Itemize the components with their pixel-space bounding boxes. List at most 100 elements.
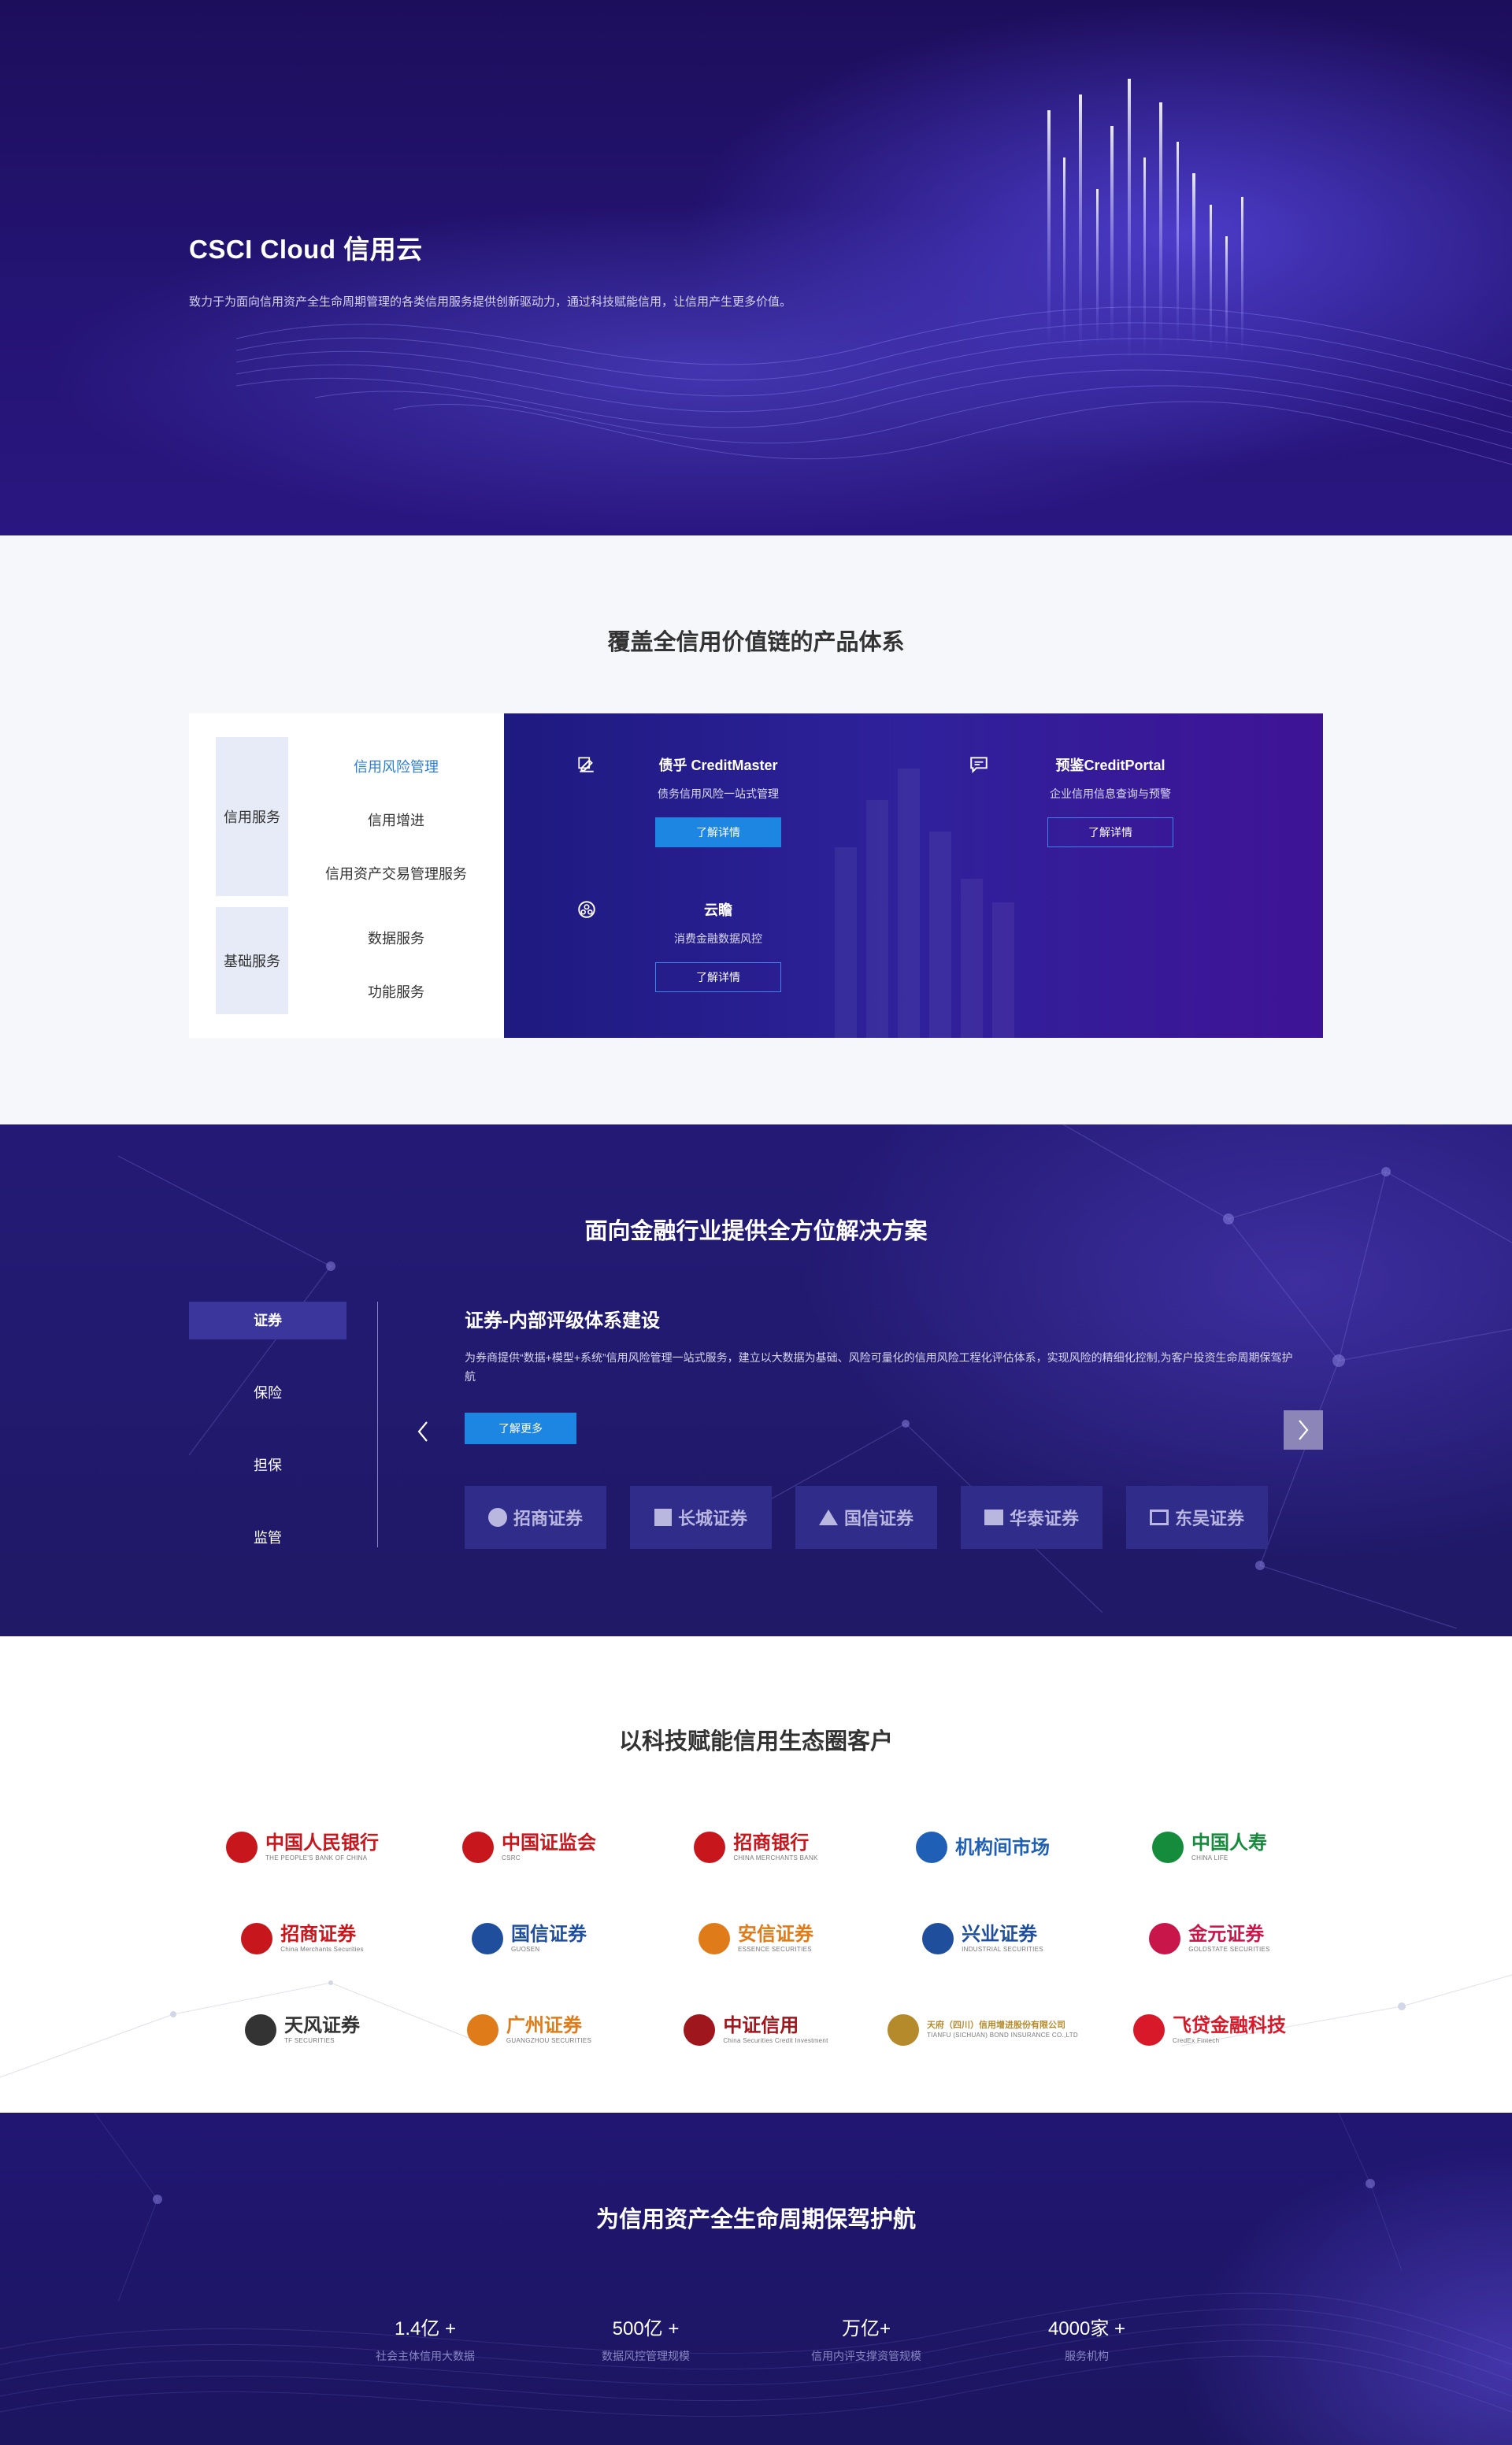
- partner-logo-changcheng[interactable]: 长城证券: [630, 1486, 772, 1549]
- partner-logo-icon: [654, 1509, 672, 1526]
- client-name: 中国证监会: [502, 1830, 596, 1854]
- product-category-menu: 信用服务 信用风险管理 信用增进 信用资产交易管理服务 基础服务 数据服务 功能…: [189, 713, 504, 1038]
- client-logo: 国信证券 GUOSEN: [416, 1893, 643, 1984]
- client-logo-icon: [472, 1923, 503, 1954]
- message-icon: [970, 757, 988, 774]
- product-card-creditportal: 预鉴CreditPortal 企业信用信息查询与预警 了解详情: [969, 754, 1252, 847]
- learn-more-button[interactable]: 了解更多: [465, 1413, 576, 1444]
- client-logo: 飞贷金融科技 CredEx Fintech: [1096, 1984, 1323, 2076]
- menu-item-data-service[interactable]: 数据服务: [288, 928, 504, 948]
- stat-item: 1.4亿 + 社会主体信用大数据: [331, 2313, 520, 2364]
- client-logo-icon: [684, 2014, 716, 2046]
- client-logo-icon: [1149, 1923, 1181, 1954]
- partner-logo-dongwu[interactable]: 东吴证券: [1126, 1486, 1268, 1549]
- client-logo-icon: [887, 2014, 919, 2046]
- clients-section-title: 以科技赋能信用生态圈客户: [618, 1729, 893, 1754]
- client-name: 天府（四川）信用增进股份有限公司: [926, 2021, 1065, 2031]
- cloud-people-icon: [578, 901, 595, 918]
- client-logo: 中国证监会 CSRC: [416, 1802, 643, 1893]
- stat-item: 4000家 + 服务机构: [992, 2313, 1181, 2364]
- stat-label: 服务机构: [1065, 2350, 1109, 2362]
- client-english-name: China Merchants Securities: [280, 1946, 364, 1954]
- stat-value: 4000家 +: [1047, 2318, 1126, 2339]
- client-logo: 天府（四川）信用增进股份有限公司 TIANFU (SICHUAN) BOND IN…: [869, 1984, 1096, 2076]
- client-logo: 中国人民银行 THE PEOPLE'S BANK OF CHINA: [189, 1802, 416, 1893]
- edit-icon: [578, 757, 594, 772]
- client-name: 机构间市场: [955, 1835, 1050, 1858]
- partner-logo-icon: [818, 1510, 838, 1525]
- partner-logo-guoxin[interactable]: 国信证券: [795, 1486, 937, 1549]
- client-english-name: China Securities Credit Investment: [723, 2037, 828, 2045]
- product-panel: 信用服务 信用风险管理 信用增进 信用资产交易管理服务 基础服务 数据服务 功能…: [189, 713, 1323, 1038]
- client-name: 飞贷金融科技: [1173, 2013, 1286, 2036]
- products-section-title: 覆盖全信用价值链的产品体系: [607, 630, 905, 655]
- client-name: 金元证券: [1188, 1921, 1265, 1945]
- partner-logo-icon: [984, 1510, 1003, 1525]
- product-card-creditmaster: 债乎 CreditMaster 债务信用风险一站式管理 了解详情: [576, 754, 860, 847]
- client-logo-grid: 中国人民银行 THE PEOPLE'S BANK OF CHINA 中国证监会 CSR…: [189, 1802, 1323, 2076]
- client-logo: 金元证券 GOLDSTATE SECURITIES: [1096, 1893, 1323, 1984]
- client-english-name: GUANGZHOU SECURITIES: [506, 2037, 592, 2045]
- client-logo-icon: [916, 1832, 947, 1863]
- tab-guarantee[interactable]: 担保: [189, 1447, 346, 1484]
- partner-logo-icon: [1149, 1510, 1169, 1525]
- client-logo: 中证信用 China Securities Credit Investment: [643, 1984, 869, 2076]
- client-logo: 招商银行 CHINA MERCHANTS BANK: [643, 1802, 869, 1893]
- client-name: 中证信用: [723, 2013, 799, 2036]
- tab-insurance[interactable]: 保险: [189, 1374, 346, 1412]
- solution-title: 证券-内部评级体系建设: [465, 1310, 660, 1332]
- client-logo-icon: [241, 1923, 273, 1954]
- client-logo: 兴业证券 INDUSTRIAL SECURITIES: [869, 1893, 1096, 1984]
- client-logo-icon: [699, 1923, 730, 1954]
- solution-description: 为券商提供“数据+模型+系统”信用风险管理一站式服务，建立以大数据为基础、风险可…: [465, 1351, 1293, 1383]
- partner-logo-huatai[interactable]: 华泰证券: [961, 1486, 1102, 1549]
- partner-logo-zhaoshang[interactable]: 招商证券: [465, 1486, 606, 1549]
- stats-section: 为信用资产全生命周期保驾护航 1.4亿 + 社会主体信用大数据 500亿 + 数…: [0, 2113, 1512, 2445]
- client-name: 招商银行: [733, 1830, 810, 1854]
- next-arrow-button[interactable]: [1284, 1410, 1323, 1450]
- partner-logo-icon: [487, 1508, 507, 1527]
- client-logo: 广州证券 GUANGZHOU SECURITIES: [416, 1984, 643, 2076]
- client-name: 兴业证券: [962, 1921, 1038, 1945]
- solutions-section-title: 面向金融行业提供全方位解决方案: [584, 1219, 928, 1244]
- client-english-name: CredEx Fintech: [1173, 2037, 1220, 2045]
- stats-section-title: 为信用资产全生命周期保驾护航: [595, 2207, 916, 2232]
- yunzhan-detail-button[interactable]: 了解详情: [655, 962, 781, 992]
- category-group-basic: 基础服务: [216, 907, 288, 1014]
- product-cards-area: 债乎 CreditMaster 债务信用风险一站式管理 了解详情 预鉴Credi…: [504, 713, 1323, 1038]
- client-english-name: GUOSEN: [511, 1946, 540, 1954]
- client-name: 广州证券: [506, 2013, 582, 2036]
- menu-item-credit-risk[interactable]: 信用风险管理: [288, 756, 504, 776]
- client-name: 安信证券: [738, 1921, 813, 1945]
- product-card-yunzhan: 云瞻 消费金融数据风控 了解详情: [576, 899, 860, 992]
- client-logo-icon: [1133, 2014, 1165, 2046]
- client-english-name: CHINA LIFE: [1191, 1854, 1228, 1862]
- menu-item-asset-trading[interactable]: 信用资产交易管理服务: [288, 863, 504, 884]
- stat-item: 万亿+ 信用内评支撑资管规模: [772, 2313, 961, 2364]
- menu-item-credit-enhancement[interactable]: 信用增进: [288, 809, 504, 830]
- product-card-title: 预鉴CreditPortal: [1055, 758, 1166, 773]
- client-english-name: CHINA MERCHANTS BANK: [733, 1854, 818, 1862]
- client-english-name: TIANFU (SICHUAN) BOND INSURANCE CO.,LTD: [926, 2032, 1078, 2039]
- client-logo: 招商证券 China Merchants Securities: [189, 1893, 416, 1984]
- client-english-name: GOLDSTATE SECURITIES: [1188, 1946, 1270, 1954]
- tab-regulation[interactable]: 监管: [189, 1519, 346, 1557]
- stat-label: 社会主体信用大数据: [376, 2350, 475, 2362]
- client-logo: 天风证券 TF SECURITIES: [189, 1984, 416, 2076]
- prev-arrow-button[interactable]: [410, 1413, 436, 1450]
- creditmaster-detail-button[interactable]: 了解详情: [655, 817, 781, 847]
- product-card-title: 云瞻: [704, 902, 732, 918]
- product-card-subtitle: 消费金融数据风控: [674, 932, 762, 945]
- hero-banner: CSCI Cloud 信用云 致力于为面向信用资产全生命周期管理的各类信用服务提…: [0, 0, 1512, 535]
- menu-item-function-service[interactable]: 功能服务: [288, 981, 504, 1002]
- tab-securities[interactable]: 证券: [189, 1302, 346, 1339]
- client-logo-icon: [466, 2014, 498, 2046]
- creditportal-detail-button[interactable]: 了解详情: [1047, 817, 1173, 847]
- hero-description: 致力于为面向信用资产全生命周期管理的各类信用服务提供创新驱动力，通过科技赋能信用…: [189, 295, 792, 309]
- client-name: 中国人民银行: [265, 1830, 379, 1854]
- client-logo-icon: [245, 2014, 276, 2046]
- stat-value: 万亿+: [841, 2318, 891, 2339]
- client-name: 招商证券: [280, 1921, 357, 1945]
- tabs-divider: [377, 1302, 378, 1547]
- client-name: 中国人寿: [1191, 1830, 1267, 1854]
